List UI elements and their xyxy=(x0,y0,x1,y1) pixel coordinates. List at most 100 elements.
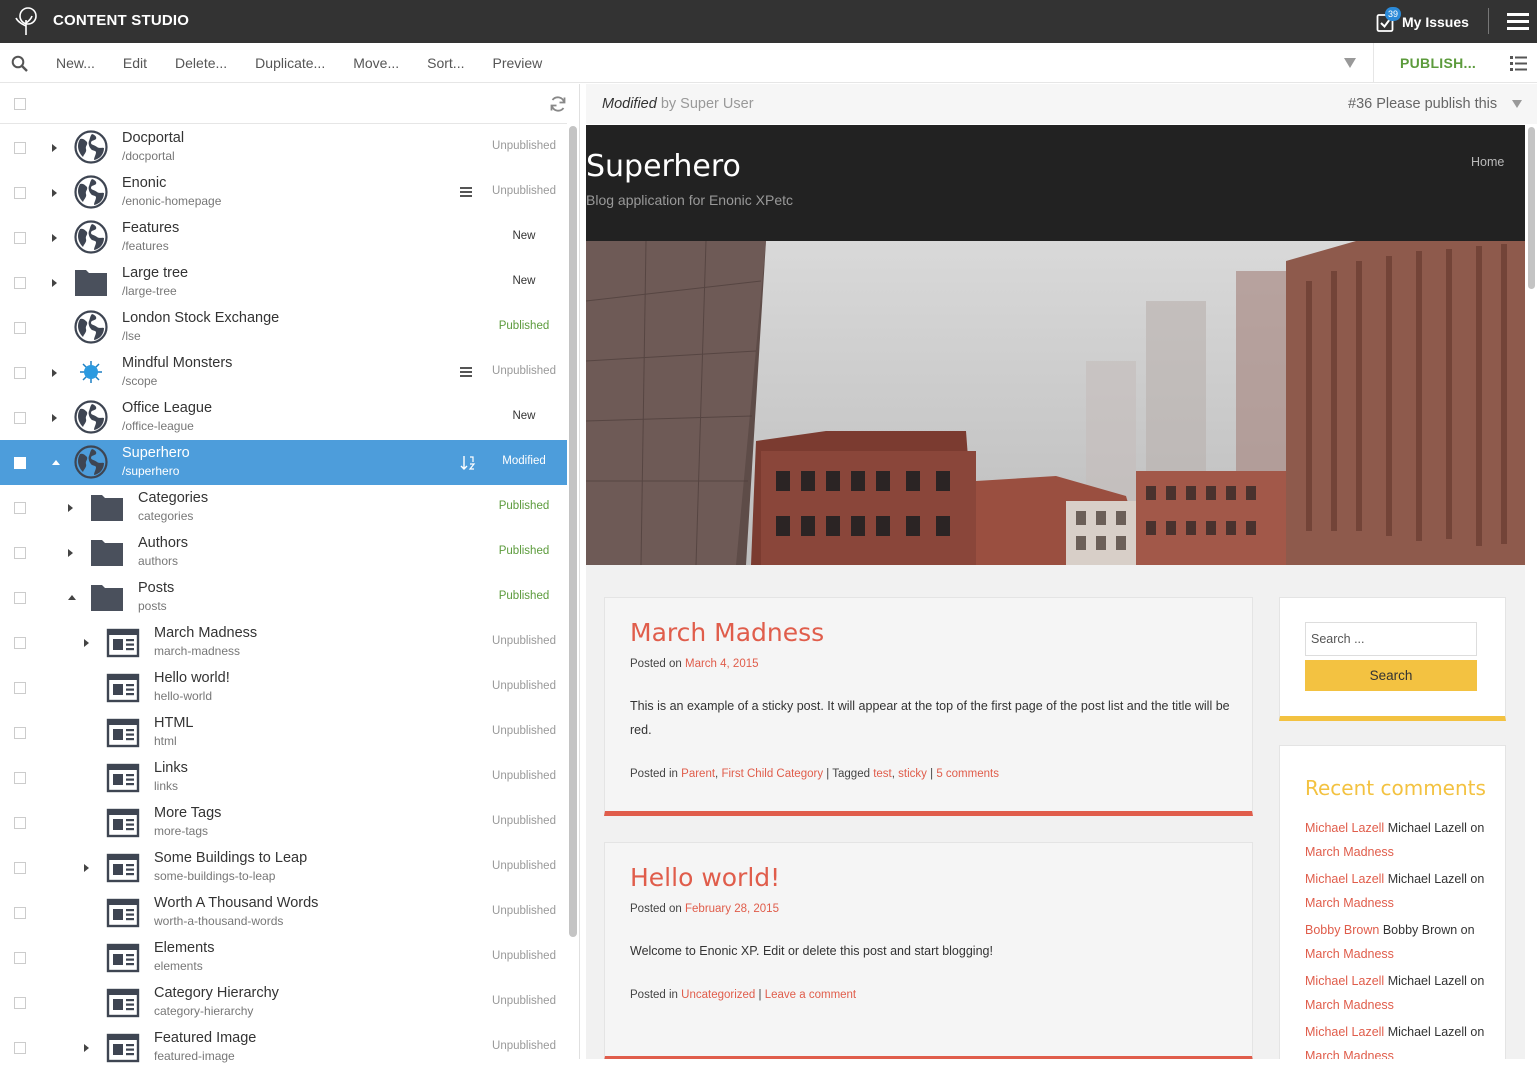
row-checkbox[interactable] xyxy=(14,817,26,829)
issue-link[interactable]: #36 Please publish this xyxy=(1348,96,1497,112)
category-link[interactable]: First Child Category xyxy=(721,768,823,780)
row-checkbox[interactable] xyxy=(14,637,26,649)
tree-row[interactable]: March Madness march-madness Unpublished xyxy=(0,620,567,665)
search-input[interactable]: Search ... xyxy=(1305,622,1477,656)
panel-splitter[interactable] xyxy=(579,84,580,1059)
row-checkbox[interactable] xyxy=(14,367,26,379)
select-all-checkbox[interactable] xyxy=(14,98,26,110)
tree-row[interactable]: More Tags more-tags Unpublished xyxy=(0,800,567,845)
row-checkbox[interactable] xyxy=(14,727,26,739)
expand-arrow-icon[interactable] xyxy=(68,504,73,512)
tree-row[interactable]: Some Buildings to Leap some-buildings-to-… xyxy=(0,845,567,890)
category-link[interactable]: Uncategorized xyxy=(681,989,755,1001)
expand-arrow-icon[interactable] xyxy=(52,234,57,242)
search-button[interactable]: Search xyxy=(1305,660,1477,691)
tree-row[interactable]: Enonic/enonic-homepage Unpublished xyxy=(0,170,567,215)
row-checkbox[interactable] xyxy=(14,277,26,289)
tag-link[interactable]: test xyxy=(873,768,892,780)
collapse-arrow-icon[interactable] xyxy=(68,595,76,600)
enonic-logo-icon[interactable] xyxy=(12,6,40,36)
tree-row[interactable]: HTML html Unpublished xyxy=(0,710,567,755)
refresh-icon[interactable] xyxy=(549,95,567,113)
comment-author-link[interactable]: Michael Lazell xyxy=(1305,872,1384,886)
new-button[interactable]: New... xyxy=(42,55,109,71)
row-checkbox[interactable] xyxy=(14,772,26,784)
row-checkbox[interactable] xyxy=(14,862,26,874)
collapse-arrow-icon[interactable] xyxy=(52,460,60,465)
expand-arrow-icon[interactable] xyxy=(84,1044,89,1052)
expand-arrow-icon[interactable] xyxy=(52,144,57,152)
row-checkbox[interactable] xyxy=(14,907,26,919)
expand-arrow-icon[interactable] xyxy=(52,369,57,377)
move-button[interactable]: Move... xyxy=(339,55,413,71)
expand-arrow-icon[interactable] xyxy=(52,189,57,197)
preview-button[interactable]: Preview xyxy=(478,55,556,71)
tree-row[interactable]: Authors authors Published xyxy=(0,530,567,575)
tag-link[interactable]: sticky xyxy=(898,768,927,780)
tree-row[interactable]: Categories categories Published xyxy=(0,485,567,530)
row-checkbox[interactable] xyxy=(14,547,26,559)
category-link[interactable]: Parent xyxy=(681,768,715,780)
tree-row[interactable]: Docportal/docportal Unpublished xyxy=(0,125,567,170)
post-date-link[interactable]: February 28, 2015 xyxy=(685,903,779,915)
tree-row[interactable]: Featured Image featured-image Unpublished xyxy=(0,1025,567,1070)
comments-link[interactable]: Leave a comment xyxy=(765,989,856,1001)
hamburger-menu-icon[interactable] xyxy=(1507,13,1529,30)
row-checkbox[interactable] xyxy=(14,997,26,1009)
toolbar-dropdown-icon[interactable] xyxy=(1344,58,1356,68)
publish-button[interactable]: PUBLISH... xyxy=(1400,55,1476,71)
delete-button[interactable]: Delete... xyxy=(161,55,241,71)
row-checkbox[interactable] xyxy=(14,457,26,469)
tree-row[interactable]: Office League/office-league New xyxy=(0,395,567,440)
tree-row[interactable]: London Stock Exchange/lse Published xyxy=(0,305,567,350)
tree-row[interactable]: Mindful Monsters/scope Unpublished xyxy=(0,350,567,395)
duplicate-button[interactable]: Duplicate... xyxy=(241,55,339,71)
tree-row[interactable]: Features/features New xyxy=(0,215,567,260)
comment-post-link[interactable]: March Madness xyxy=(1305,1049,1394,1059)
row-checkbox[interactable] xyxy=(14,592,26,604)
post-title[interactable]: Hello world! xyxy=(630,863,780,892)
row-checkbox[interactable] xyxy=(14,322,26,334)
tree-row[interactable]: Category Hierarchy category-hierarchy Unpu… xyxy=(0,980,567,1025)
row-checkbox[interactable] xyxy=(14,142,26,154)
row-checkbox[interactable] xyxy=(14,682,26,694)
comment-author-link[interactable]: Bobby Brown xyxy=(1305,923,1379,937)
search-icon[interactable] xyxy=(11,55,28,72)
comment-post-link[interactable]: March Madness xyxy=(1305,896,1394,910)
tree-row[interactable]: Posts posts Published xyxy=(0,575,567,620)
comments-link[interactable]: 5 comments xyxy=(936,768,999,780)
expand-arrow-icon[interactable] xyxy=(68,549,73,557)
row-checkbox[interactable] xyxy=(14,232,26,244)
tree-row[interactable]: Large tree/large-tree New xyxy=(0,260,567,305)
post-title[interactable]: March Madness xyxy=(630,618,824,647)
expand-arrow-icon[interactable] xyxy=(52,279,57,287)
comment-author-link[interactable]: Michael Lazell xyxy=(1305,974,1384,988)
tree-row[interactable]: Hello world! hello-world Unpublished xyxy=(0,665,567,710)
row-checkbox[interactable] xyxy=(14,502,26,514)
comment-author-link[interactable]: Michael Lazell xyxy=(1305,821,1384,835)
comment-post-link[interactable]: March Madness xyxy=(1305,845,1394,859)
tree-row[interactable]: Links links Unpublished xyxy=(0,755,567,800)
tree-row[interactable]: Elements elements Unpublished xyxy=(0,935,567,980)
expand-arrow-icon[interactable] xyxy=(84,864,89,872)
details-toggle-icon[interactable] xyxy=(1510,56,1527,71)
row-checkbox[interactable] xyxy=(14,187,26,199)
comment-author-link[interactable]: Michael Lazell xyxy=(1305,1025,1384,1039)
comment-post-link[interactable]: March Madness xyxy=(1305,998,1394,1012)
site-title[interactable]: Superhero xyxy=(586,149,741,184)
comment-post-link[interactable]: March Madness xyxy=(1305,947,1394,961)
sort-button[interactable]: Sort... xyxy=(413,55,478,71)
issue-dropdown-icon[interactable] xyxy=(1512,100,1522,108)
row-checkbox[interactable] xyxy=(14,412,26,424)
tree-scrollbar[interactable] xyxy=(569,126,577,937)
nav-home-link[interactable]: Home xyxy=(1471,155,1504,169)
tree-row[interactable]: Superhero/superhero Modified xyxy=(0,440,567,485)
row-checkbox[interactable] xyxy=(14,1042,26,1054)
tree-row[interactable]: Worth A Thousand Words worth-a-thousand-w… xyxy=(0,890,567,935)
edit-button[interactable]: Edit xyxy=(109,55,161,71)
expand-arrow-icon[interactable] xyxy=(84,639,89,647)
row-checkbox[interactable] xyxy=(14,952,26,964)
my-issues-button[interactable]: 39 My Issues xyxy=(1376,7,1469,36)
expand-arrow-icon[interactable] xyxy=(52,414,57,422)
post-date-link[interactable]: March 4, 2015 xyxy=(685,658,759,670)
